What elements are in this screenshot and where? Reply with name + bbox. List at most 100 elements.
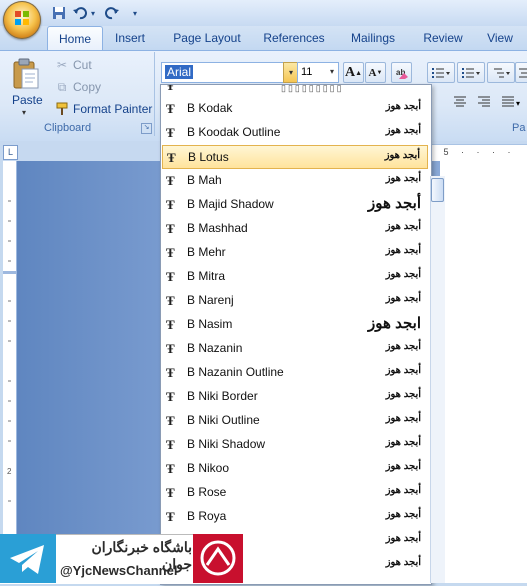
tab-review[interactable]: Review <box>415 26 471 50</box>
font-list-item[interactable]: Ŧ B Niki Border أبجد هوز <box>162 385 428 409</box>
tab-home[interactable]: Home <box>47 26 103 51</box>
font-item-sample: أبجد هوز <box>385 557 421 568</box>
grow-font-button[interactable]: A ▲ <box>343 62 364 83</box>
font-item-name: B Nikoo <box>187 461 230 475</box>
undo-dropdown-icon[interactable]: ▾ <box>88 4 98 22</box>
truetype-icon: Ŧ <box>166 293 175 308</box>
grow-font-label: A <box>344 64 356 80</box>
font-list-item[interactable]: Ŧ B Mehr أبجد هوز <box>162 241 428 265</box>
font-list-item[interactable]: Ŧ B Majid Shadow أبجد هوز <box>162 193 428 217</box>
customize-qat-icon[interactable]: ▾ <box>130 4 140 22</box>
shrink-font-button[interactable]: A ▼ <box>365 62 386 83</box>
truetype-icon: Ŧ <box>166 245 175 260</box>
font-list-scrollbar[interactable] <box>430 176 445 583</box>
font-list-item[interactable]: Ŧ B Mah أبجد هوز <box>162 169 428 193</box>
decrease-indent-icon[interactable] <box>515 62 527 83</box>
font-name-value[interactable]: Arial <box>165 65 194 79</box>
font-list-item[interactable]: Ŧ B Nazanin Outline أبجد هوز <box>162 361 428 385</box>
font-item-name: B Narenj <box>187 293 234 307</box>
truetype-icon: Ŧ <box>166 197 175 212</box>
truetype-icon: Ŧ <box>166 437 175 452</box>
format-painter-button[interactable]: Format Painter <box>55 100 152 118</box>
clipboard-launcher-icon[interactable]: ↘ <box>141 123 152 134</box>
document-page[interactable] <box>440 161 527 583</box>
font-item-name: B Rose <box>187 485 227 499</box>
font-list-item[interactable]: Ŧ B Rose أبجد هوز <box>162 481 428 505</box>
paste-button[interactable]: Paste <box>12 93 43 107</box>
tab-insert[interactable]: Insert <box>108 26 152 50</box>
font-list-item[interactable]: Ŧ B Mashhad أبجد هوز <box>162 217 428 241</box>
font-item-name: B Mehr <box>187 245 226 259</box>
preview-glyphs: ▯▯▯▯▯▯▯▯▯ <box>281 84 344 93</box>
font-item-sample: أبجد هوز <box>385 101 421 112</box>
save-icon[interactable] <box>50 4 68 22</box>
font-list-item[interactable]: Ŧ B Narenj أبجد هوز <box>162 289 428 313</box>
watermark-line2: @YjcNewsChannel <box>60 563 178 578</box>
font-list-item[interactable]: Ŧ B Nikoo أبجد هوز <box>162 457 428 481</box>
align-center-icon[interactable] <box>449 93 471 110</box>
font-list-item[interactable]: Ŧ B Nasim ابجد هوز <box>162 313 428 337</box>
font-item-name: B Mitra <box>187 269 226 283</box>
tab-view[interactable]: View <box>480 26 520 50</box>
line-spacing-dropdown-icon[interactable]: ▾ <box>516 99 520 108</box>
font-list-item[interactable]: Ŧ B Koodak Outline أبجد هوز <box>162 121 428 145</box>
telegram-logo <box>0 534 56 583</box>
cut-button[interactable]: ✂ Cut <box>55 56 92 74</box>
clear-formatting-icon[interactable]: ab <box>391 62 412 83</box>
truetype-icon: Ŧ <box>166 485 175 500</box>
cut-label: Cut <box>73 58 92 72</box>
truetype-icon: Ŧ <box>167 150 176 165</box>
yjc-logo-icon <box>200 540 236 576</box>
font-list-item[interactable]: Ŧ B Niki Outline أبجد هوز <box>162 409 428 433</box>
multilevel-list-icon[interactable] <box>487 62 515 83</box>
font-dropdown-list[interactable]: ▯▯▯▯▯▯▯▯▯ Ŧ Ŧ B Kodak أبجد هوز Ŧ B Koodak Ou… <box>160 84 432 585</box>
font-item-name: B Mah <box>187 173 222 187</box>
font-list-item[interactable]: Ŧ B Kodak أبجد هوز <box>162 97 428 121</box>
paper-plane-icon <box>10 545 44 574</box>
font-item-name: B Niki Shadow <box>187 437 266 451</box>
font-item-sample: أبجد هوز <box>385 173 421 184</box>
font-size-dropdown-icon[interactable]: ▾ <box>327 62 337 81</box>
horizontal-ruler[interactable]: · 5 · · · · <box>420 144 527 162</box>
truetype-icon: Ŧ <box>166 125 175 140</box>
font-item-sample: أبجد هوز <box>385 221 421 232</box>
tab-page-layout[interactable]: Page Layout <box>166 26 248 50</box>
font-list-item[interactable]: Ŧ B Lotus أبجد هوز <box>162 145 428 169</box>
svg-text:2: 2 <box>7 467 12 476</box>
tab-mailings[interactable]: Mailings <box>343 26 403 50</box>
truetype-icon: Ŧ <box>166 317 175 332</box>
font-item-sample: ابجد هوز <box>368 315 421 332</box>
font-list-item[interactable]: Ŧ B Niki Shadow أبجد هوز <box>162 433 428 457</box>
copy-button[interactable]: ⧉ Copy <box>55 78 101 96</box>
font-item-name: B Roya <box>187 509 227 523</box>
bullets-icon[interactable] <box>427 62 455 83</box>
font-item-name: B Niki Border <box>187 389 258 403</box>
paste-icon[interactable] <box>12 58 40 90</box>
truetype-icon: Ŧ <box>166 221 175 236</box>
partial-row-top: Ŧ <box>162 85 222 93</box>
font-size-value[interactable]: 11 <box>301 66 312 78</box>
redo-icon[interactable] <box>103 4 121 22</box>
scrollbar-thumb[interactable] <box>431 178 444 202</box>
vertical-ruler-ticks: 2 <box>3 200 16 502</box>
font-item-sample: أبجد هوز <box>385 461 421 472</box>
numbering-icon[interactable] <box>457 62 485 83</box>
font-list-item[interactable]: Ŧ B Nazanin أبجد هوز <box>162 337 428 361</box>
tab-selector-icon[interactable]: L <box>3 145 18 160</box>
font-item-name: B Nazanin Outline <box>187 365 284 379</box>
cut-icon: ✂ <box>56 58 68 72</box>
font-list-item[interactable]: Ŧ B Roya أبجد هوز <box>162 505 428 529</box>
paste-dropdown-icon[interactable]: ▾ <box>22 108 26 117</box>
undo-icon[interactable] <box>71 4 89 22</box>
font-list-item[interactable]: Ŧ B Mitra أبجد هوز <box>162 265 428 289</box>
align-right-icon[interactable] <box>473 93 495 110</box>
font-item-sample: أبجد هوز <box>385 293 421 304</box>
font-item-sample: أبجد هوز <box>385 341 421 352</box>
font-name-combobox[interactable]: Arial <box>161 62 287 83</box>
vertical-ruler[interactable]: 2 <box>3 161 17 583</box>
font-item-sample: أبجد هوز <box>385 485 421 496</box>
tab-references[interactable]: References <box>258 26 330 50</box>
office-button[interactable] <box>3 1 41 39</box>
font-item-name: B Nasim <box>187 317 233 331</box>
ruler-marks: · 5 · · · · <box>428 147 516 157</box>
